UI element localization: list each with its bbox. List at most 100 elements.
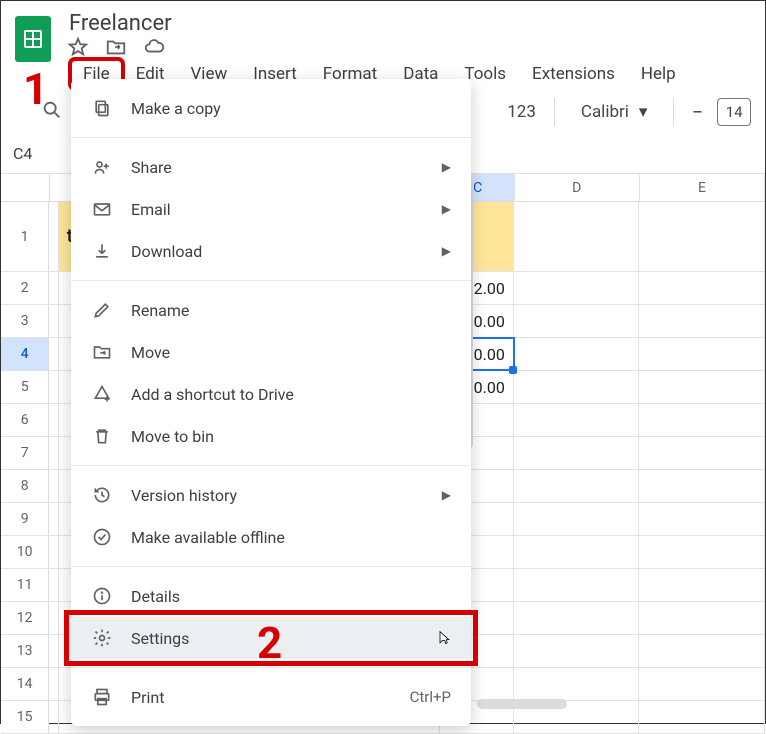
- menu-label: Share: [131, 158, 424, 177]
- chevron-right-icon: ▶: [442, 244, 451, 258]
- number-format-button[interactable]: 123: [507, 102, 536, 122]
- row-header[interactable]: 13: [1, 635, 49, 667]
- copy-icon: [91, 97, 113, 119]
- row-header[interactable]: 2: [1, 272, 49, 304]
- file-share[interactable]: Share ▶: [71, 146, 471, 188]
- cell[interactable]: [639, 536, 765, 568]
- info-icon: [91, 585, 113, 607]
- cell[interactable]: [514, 536, 640, 568]
- drive-shortcut-icon: [91, 383, 113, 405]
- column-header-e[interactable]: E: [640, 174, 765, 201]
- cell[interactable]: [514, 470, 640, 502]
- column-header-d[interactable]: D: [515, 174, 640, 201]
- file-move-to-bin[interactable]: Move to bin: [71, 415, 471, 457]
- row-header[interactable]: 8: [1, 470, 49, 502]
- scrollbar-thumb[interactable]: [477, 699, 567, 709]
- menu-help[interactable]: Help: [629, 60, 688, 88]
- cell[interactable]: [514, 305, 640, 337]
- cell[interactable]: [514, 338, 640, 370]
- menu-label: Move to bin: [131, 427, 451, 446]
- cell[interactable]: [639, 569, 765, 601]
- cell[interactable]: [514, 202, 640, 271]
- menu-label: Print: [131, 688, 392, 707]
- cell[interactable]: [514, 371, 640, 403]
- email-icon: [91, 198, 113, 220]
- cell[interactable]: [639, 668, 765, 700]
- row-header[interactable]: 11: [1, 569, 49, 601]
- file-rename[interactable]: Rename: [71, 289, 471, 331]
- select-all-corner[interactable]: [1, 174, 50, 201]
- menu-label: Download: [131, 242, 424, 261]
- rename-icon: [91, 299, 113, 321]
- cell[interactable]: [514, 272, 640, 304]
- divider: [71, 137, 471, 138]
- divider: [71, 566, 471, 567]
- document-title[interactable]: Freelancer: [63, 9, 178, 38]
- menu-label: Version history: [131, 486, 424, 505]
- row-header[interactable]: 3: [1, 305, 49, 337]
- name-box[interactable]: C4: [11, 140, 57, 167]
- row-header[interactable]: 15: [1, 701, 49, 733]
- row-header[interactable]: 10: [1, 536, 49, 568]
- file-version-history[interactable]: Version history ▶: [71, 474, 471, 516]
- gear-icon: [91, 627, 113, 649]
- row-header[interactable]: 6: [1, 404, 49, 436]
- cell[interactable]: [639, 272, 765, 304]
- menu-label: Add a shortcut to Drive: [131, 385, 451, 404]
- cell[interactable]: [514, 503, 640, 535]
- star-icon[interactable]: [67, 36, 89, 62]
- annotation-number-1: 1: [23, 63, 48, 115]
- file-make-copy[interactable]: Make a copy: [71, 87, 471, 129]
- file-offline[interactable]: Make available offline: [71, 516, 471, 558]
- cell[interactable]: [639, 202, 765, 271]
- separator: [554, 98, 555, 126]
- cell[interactable]: [514, 569, 640, 601]
- divider: [71, 280, 471, 281]
- cell[interactable]: [639, 470, 765, 502]
- chevron-right-icon: ▶: [442, 488, 451, 502]
- cell[interactable]: [639, 635, 765, 667]
- row-header[interactable]: 12: [1, 602, 49, 634]
- cell[interactable]: [639, 404, 765, 436]
- file-email[interactable]: Email ▶: [71, 188, 471, 230]
- font-family-select[interactable]: Calibri ▾: [573, 98, 655, 126]
- cell[interactable]: [514, 602, 640, 634]
- cell[interactable]: [639, 503, 765, 535]
- horizontal-scrollbar[interactable]: [477, 699, 747, 709]
- menu-extensions[interactable]: Extensions: [520, 60, 627, 88]
- cell[interactable]: [639, 338, 765, 370]
- file-move[interactable]: Move: [71, 331, 471, 373]
- font-size-decrease[interactable]: −: [692, 100, 703, 124]
- separator: [673, 98, 674, 126]
- file-download[interactable]: Download ▶: [71, 230, 471, 272]
- file-add-shortcut[interactable]: Add a shortcut to Drive: [71, 373, 471, 415]
- share-icon: [91, 156, 113, 178]
- cell[interactable]: [514, 437, 640, 469]
- offline-icon: [91, 526, 113, 548]
- row-header[interactable]: 4: [1, 338, 49, 370]
- cell[interactable]: [639, 437, 765, 469]
- move-icon: [91, 341, 113, 363]
- chevron-right-icon: ▶: [442, 202, 451, 216]
- font-size-input[interactable]: 14: [717, 98, 751, 126]
- row-header[interactable]: 9: [1, 503, 49, 535]
- cell[interactable]: [639, 371, 765, 403]
- move-folder-icon[interactable]: [105, 36, 127, 62]
- row-header[interactable]: 7: [1, 437, 49, 469]
- cell[interactable]: [514, 668, 640, 700]
- annotation-number-2: 2: [257, 617, 282, 669]
- cell[interactable]: [639, 305, 765, 337]
- chevron-down-icon: ▾: [639, 102, 648, 122]
- file-print[interactable]: Print Ctrl+P: [71, 676, 471, 718]
- cell[interactable]: [639, 602, 765, 634]
- row-header[interactable]: 14: [1, 668, 49, 700]
- menu-label: Make a copy: [131, 99, 451, 118]
- cloud-status-icon[interactable]: [143, 36, 165, 62]
- row-header[interactable]: 5: [1, 371, 49, 403]
- row-header[interactable]: 1: [1, 202, 49, 271]
- divider: [71, 465, 471, 466]
- cell[interactable]: [514, 635, 640, 667]
- file-details[interactable]: Details: [71, 575, 471, 617]
- cell[interactable]: [514, 404, 640, 436]
- sheets-logo[interactable]: [15, 16, 51, 62]
